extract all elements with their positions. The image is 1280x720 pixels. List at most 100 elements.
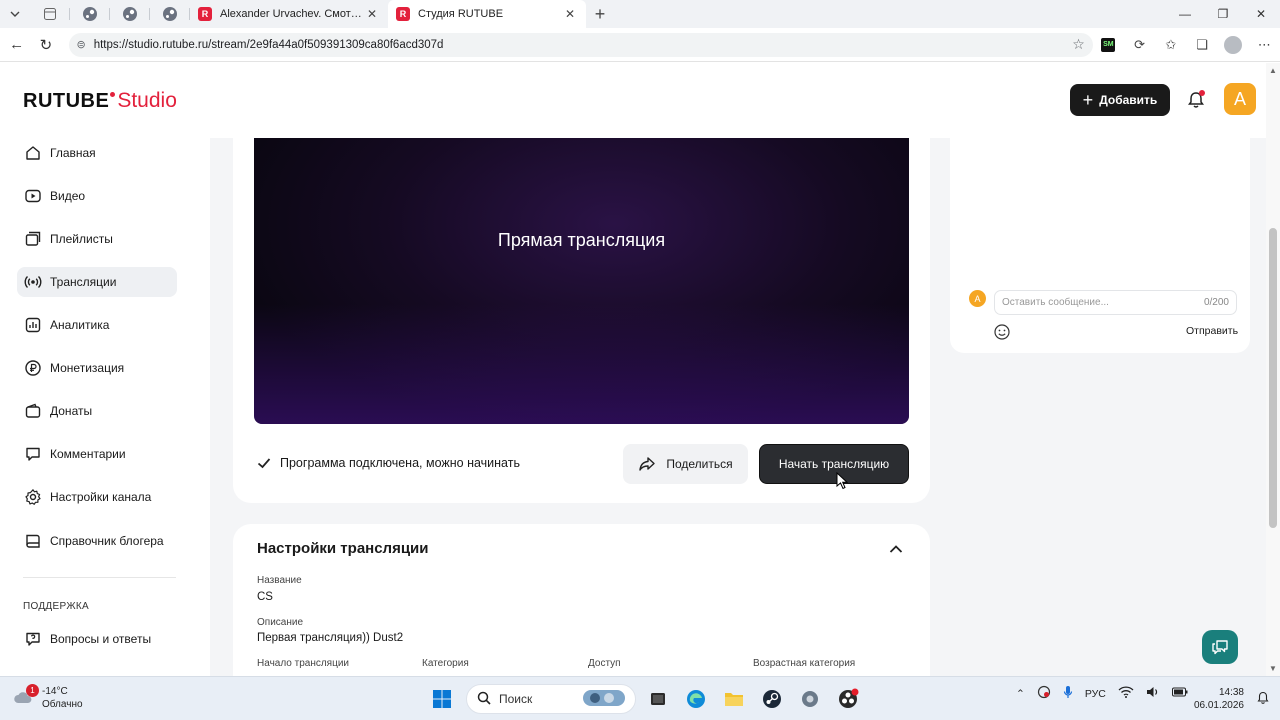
sidebar-item-analytics[interactable]: Аналитика [17, 310, 177, 340]
book-icon [23, 531, 43, 551]
sidebar-item-video[interactable]: Видео [17, 181, 177, 211]
clock-time: 14:38 [1218, 687, 1244, 698]
sidebar-item-blogger-guide[interactable]: Справочник блогера [17, 526, 177, 556]
sidebar-item-faq[interactable]: Вопросы и ответы [17, 624, 177, 654]
tab-close-icon[interactable]: ✕ [364, 7, 380, 21]
pinned-tab-blank[interactable] [30, 0, 70, 28]
task-view-icon[interactable] [640, 684, 676, 714]
name-value: CS [257, 591, 273, 603]
weather-desc-text: Облачно [42, 699, 83, 710]
chat-send-button[interactable]: Отправить [1186, 325, 1238, 337]
new-tab-plus-icon[interactable]: + [586, 0, 614, 28]
microphone-icon[interactable] [1063, 685, 1073, 702]
favorites-icon[interactable]: ✩ [1155, 30, 1186, 60]
more-menu-icon[interactable]: ⋯ [1249, 30, 1280, 60]
collections-icon[interactable]: ❏ [1186, 30, 1217, 60]
add-button[interactable]: + Добавить [1070, 84, 1170, 116]
mouse-cursor-icon [836, 472, 848, 490]
reload-icon[interactable]: ↻ [31, 30, 60, 60]
system-clock[interactable]: 14:38 06.01.2026 [1190, 686, 1244, 712]
taskbar-search[interactable]: Поиск [466, 684, 636, 714]
notification-center-icon[interactable] [1256, 691, 1270, 710]
comment-icon [23, 444, 43, 464]
scrollbar-thumb[interactable] [1269, 228, 1277, 528]
extension-sm-icon[interactable]: SM [1093, 30, 1124, 60]
obs-recording-icon[interactable] [830, 684, 866, 714]
sidebar-item-donations[interactable]: Донаты [17, 396, 177, 426]
url-field[interactable]: ⊜ https://studio.rutube.ru/stream/2e9fa4… [68, 32, 1093, 57]
file-explorer-icon[interactable] [716, 684, 752, 714]
rutube-studio-logo[interactable]: RUTUBE Studio [23, 89, 177, 113]
scroll-down-arrow-icon[interactable]: ▼ [1269, 664, 1277, 673]
settings-gear-icon[interactable] [792, 684, 828, 714]
gear-icon [23, 487, 43, 507]
tab-close-icon[interactable]: ✕ [562, 7, 578, 21]
edge-browser-icon[interactable] [678, 684, 714, 714]
checkmark-icon [257, 458, 271, 469]
language-indicator[interactable]: РУС [1085, 688, 1106, 700]
stream-player[interactable]: Прямая трансляция [254, 138, 909, 424]
user-avatar[interactable]: A [1224, 83, 1256, 115]
share-button[interactable]: Поделиться [623, 444, 748, 484]
cloud-weather-icon: 1 [12, 684, 39, 709]
browser-tab-urvachev[interactable]: R Alexander Urvachev. Смотрите ви ✕ [190, 0, 388, 28]
sidebar-item-playlists[interactable]: Плейлисты [17, 224, 177, 254]
sidebar-item-channel-settings[interactable]: Настройки канала [17, 482, 177, 512]
broadcast-icon [23, 272, 43, 292]
tab-search-chevron-icon[interactable] [0, 0, 30, 28]
battery-icon[interactable] [1171, 687, 1188, 700]
collapse-chevron-up-icon[interactable] [888, 542, 904, 556]
close-window-icon[interactable]: ✕ [1242, 0, 1280, 28]
search-highlight-icon [583, 688, 625, 711]
bookmark-star-icon[interactable]: ☆ [1072, 36, 1085, 53]
rutube-favicon-icon: R [198, 7, 212, 21]
tray-app-icon[interactable] [1037, 685, 1051, 702]
taskbar-apps: Поиск [424, 684, 868, 714]
volume-icon[interactable] [1146, 686, 1160, 701]
support-chat-button[interactable] [1202, 630, 1238, 664]
wifi-icon[interactable] [1118, 686, 1134, 701]
page-scrollbar[interactable]: ▲ ▼ [1266, 63, 1280, 676]
notification-bell-icon[interactable] [1186, 90, 1206, 110]
minimize-icon[interactable]: — [1166, 0, 1204, 28]
extension-refresh-icon[interactable]: ⟳ [1124, 30, 1155, 60]
sidebar-item-home[interactable]: Главная [17, 138, 177, 168]
search-icon [477, 691, 491, 708]
clock-date: 06.01.2026 [1193, 700, 1244, 711]
player-title: Прямая трансляция [497, 230, 666, 250]
tab-title: Студия RUTUBE [418, 8, 504, 20]
access-label: Доступ [588, 658, 621, 669]
weather-badge: 1 [26, 684, 39, 697]
browser-tab-studio[interactable]: R Студия RUTUBE ✕ [388, 0, 586, 28]
scroll-up-arrow-icon[interactable]: ▲ [1269, 66, 1277, 75]
url-text: https://studio.rutube.ru/stream/2e9fa44a… [93, 38, 444, 51]
start-stream-button[interactable]: Начать трансляцию [759, 444, 909, 484]
pinned-tab-steam-3[interactable] [150, 0, 190, 28]
sidebar-divider [23, 577, 176, 578]
tray-overflow-chevron-icon[interactable]: ⌃ [1016, 688, 1025, 700]
sidebar-item-comments[interactable]: Комментарии [17, 439, 177, 469]
settings-title: Настройки трансляции [257, 540, 429, 557]
logo-dot [110, 92, 116, 97]
category-label: Категория [422, 658, 469, 669]
status-text: Программа подключена, можно начинать [280, 456, 520, 470]
pinned-tab-steam-2[interactable] [110, 0, 150, 28]
sidebar-item-monetization[interactable]: Монетизация [17, 353, 177, 383]
back-arrow-icon[interactable]: ← [2, 30, 31, 60]
support-section-heading: ПОДДЕРЖКА [23, 601, 89, 612]
steam-icon[interactable] [754, 684, 790, 714]
chat-user-avatar: A [969, 290, 986, 307]
site-info-icon[interactable]: ⊜ [77, 38, 86, 51]
chat-message-field[interactable] [1002, 297, 1204, 308]
windows-taskbar: 1 -14°C Облачно Поиск ⌃ РУС 14:38 06.01.… [0, 676, 1280, 720]
weather-widget[interactable]: 1 -14°C Облачно [12, 684, 83, 711]
emoji-smile-icon[interactable] [993, 323, 1011, 341]
pinned-tab-steam-1[interactable] [70, 0, 110, 28]
chat-message-input[interactable]: 0/200 [994, 290, 1237, 315]
profile-icon[interactable] [1218, 30, 1249, 60]
windows-start-icon[interactable] [424, 684, 460, 714]
age-rating-label: Возрастная категория [753, 658, 856, 669]
support-chat-icon [1212, 640, 1228, 655]
sidebar-item-streams[interactable]: Трансляции [17, 267, 177, 297]
maximize-icon[interactable]: ❐ [1204, 0, 1242, 28]
